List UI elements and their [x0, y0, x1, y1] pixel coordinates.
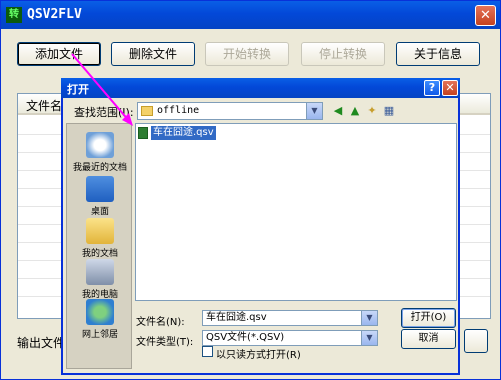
start-convert-button[interactable]: 开始转换	[205, 42, 289, 66]
filename-value: 车在囧途.qsv	[206, 312, 267, 323]
chevron-down-icon[interactable]: ▼	[361, 311, 377, 325]
network-globe-icon	[86, 299, 114, 325]
view-menu-icon[interactable]: ▦	[382, 104, 396, 118]
filetype-value: QSV文件(*.QSV)	[206, 332, 285, 343]
places-bar: 我最近的文档 桌面 我的文档 我的电脑 网上邻居	[66, 123, 132, 369]
help-button[interactable]: ?	[424, 80, 440, 96]
filetype-select[interactable]: QSV文件(*.QSV) ▼	[202, 330, 378, 346]
documents-folder-icon	[86, 218, 114, 244]
output-file-label: 输出文件	[17, 336, 66, 350]
filename-column-header[interactable]: 文件名	[26, 97, 62, 114]
stop-convert-button[interactable]: 停止转换	[301, 42, 385, 66]
cancel-button[interactable]: 取消	[401, 329, 456, 349]
place-label: 桌面	[90, 207, 109, 217]
readonly-label: 以只读方式打开(R)	[216, 350, 301, 361]
file-browser[interactable]: 车在囧途.qsv	[135, 123, 457, 301]
app-icon: 转	[6, 7, 22, 23]
about-button[interactable]: 关于信息	[396, 42, 480, 66]
place-label: 我最近的文档	[72, 163, 127, 173]
up-folder-icon[interactable]: ▲	[348, 104, 362, 118]
add-file-button[interactable]: 添加文件	[17, 42, 101, 66]
readonly-checkbox[interactable]	[202, 346, 213, 357]
folder-icon	[141, 106, 153, 116]
clock-icon	[86, 132, 114, 158]
place-network[interactable]: 网上邻居	[67, 299, 133, 340]
filename-input[interactable]: 车在囧途.qsv ▼	[202, 310, 378, 326]
dialog-title: 打开	[67, 83, 89, 96]
filetype-label: 文件类型(T):	[136, 337, 194, 348]
file-icon	[138, 127, 148, 139]
delete-file-button[interactable]: 删除文件	[111, 42, 195, 66]
filename-label: 文件名(N):	[136, 317, 185, 328]
place-recent[interactable]: 我最近的文档	[67, 132, 133, 173]
place-computer[interactable]: 我的电脑	[67, 259, 133, 300]
desktop-icon	[86, 176, 114, 202]
open-dialog: 打开 ? ✕ 查找范围(I): offline ▼ ◀ ▲ ✦ ▦ 我最近的文档…	[61, 78, 460, 375]
look-in-label: 查找范围(I):	[74, 106, 134, 119]
output-browse-button[interactable]	[464, 329, 488, 353]
place-desktop[interactable]: 桌面	[67, 176, 133, 217]
place-documents[interactable]: 我的文档	[67, 218, 133, 259]
file-item-name: 车在囧途.qsv	[151, 126, 216, 140]
look-in-dropdown[interactable]: offline ▼	[137, 102, 323, 120]
close-button[interactable]: ✕	[475, 5, 496, 26]
dialog-close-button[interactable]: ✕	[442, 80, 458, 96]
place-label: 我的文档	[81, 249, 118, 259]
dialog-titlebar[interactable]: 打开 ? ✕	[61, 78, 460, 98]
computer-icon	[86, 259, 114, 285]
main-titlebar[interactable]: 转 QSV2FLV ✕	[1, 1, 500, 29]
window-title: QSV2FLV	[27, 7, 82, 22]
place-label: 网上邻居	[81, 330, 118, 340]
chevron-down-icon[interactable]: ▼	[361, 331, 377, 345]
look-in-value: offline	[157, 105, 200, 116]
open-button[interactable]: 打开(O)	[401, 308, 456, 328]
chevron-down-icon[interactable]: ▼	[306, 103, 322, 119]
new-folder-icon[interactable]: ✦	[365, 104, 379, 118]
back-icon[interactable]: ◀	[331, 104, 345, 118]
